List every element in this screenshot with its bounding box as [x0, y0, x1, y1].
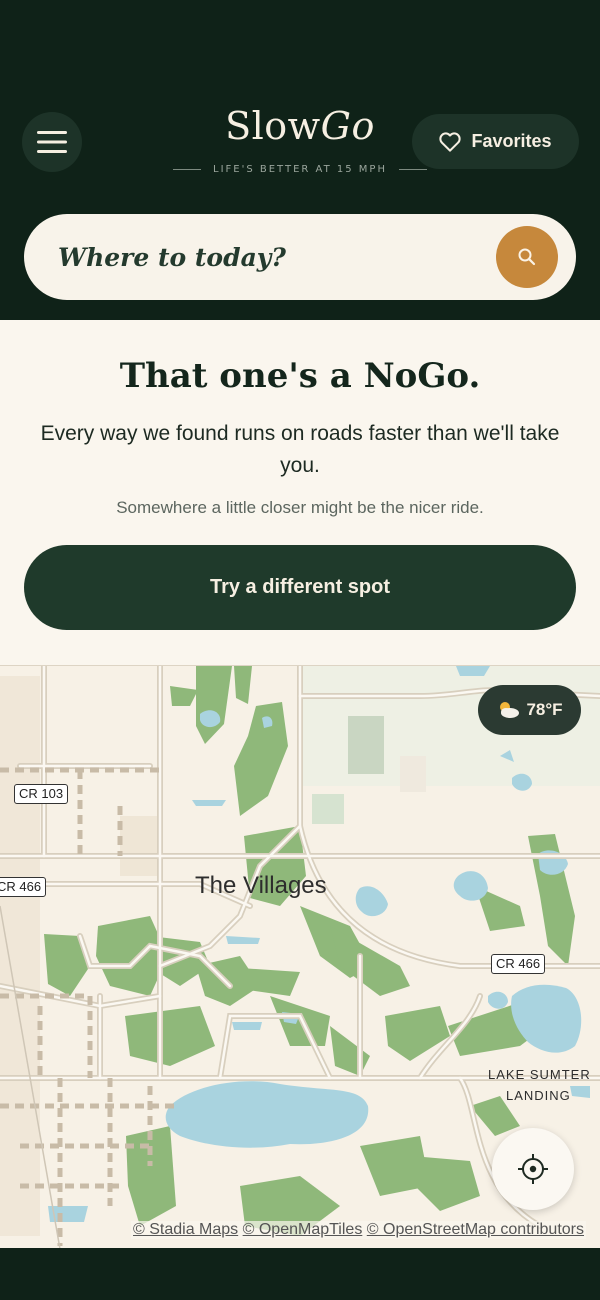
- place-label-lake-sumter: LAKE SUMTER: [488, 1067, 591, 1082]
- no-route-description: Every way we found runs on roads faster …: [40, 422, 560, 477]
- app-header: SlowGo LIFE'S BETTER AT 15 MPH Favorites: [0, 0, 600, 320]
- tagline-rule-left: [173, 169, 202, 170]
- favorites-button[interactable]: Favorites: [412, 114, 579, 169]
- favorites-label: Favorites: [471, 131, 552, 151]
- logo-slow: Slow: [225, 104, 321, 148]
- attribution-stadia[interactable]: © Stadia Maps: [133, 1221, 238, 1238]
- try-different-spot-button[interactable]: Try a different spot: [24, 545, 576, 630]
- heart-icon: [439, 131, 462, 152]
- crosshair-icon: [518, 1154, 548, 1184]
- place-label-landing: LANDING: [506, 1088, 571, 1103]
- locate-me-button[interactable]: [492, 1128, 574, 1210]
- road-label-cr-466-east: CR 466: [491, 954, 546, 974]
- logo-go: Go: [320, 104, 375, 148]
- sun-behind-cloud-icon: [500, 702, 520, 718]
- no-route-hint: Somewhere a little closer might be the n…: [116, 498, 484, 517]
- map-attribution: © Stadia Maps © OpenMapTiles © OpenStree…: [131, 1221, 586, 1239]
- search-icon: [518, 248, 536, 266]
- map-view[interactable]: CR 103 CR 466 CR 466 The Villages LAKE S…: [0, 665, 600, 1248]
- weather-badge[interactable]: 78°F: [478, 685, 581, 735]
- tagline-rule-right: [398, 169, 427, 170]
- search-button[interactable]: [496, 226, 558, 288]
- place-label-the-villages: The Villages: [195, 872, 327, 899]
- road-label-cr-103: CR 103: [14, 784, 69, 804]
- no-route-title: That one's a NoGo.: [119, 356, 481, 396]
- tagline-text: LIFE'S BETTER AT 15 MPH: [213, 164, 387, 175]
- road-label-cr-466-west: CR 466: [0, 877, 47, 897]
- search-input[interactable]: [58, 242, 498, 272]
- attribution-openmaptiles[interactable]: © OpenMapTiles: [243, 1221, 363, 1238]
- no-route-panel: That one's a NoGo. Every way we found ru…: [0, 320, 600, 665]
- search-bar: [24, 214, 576, 300]
- bottom-bar: [0, 1248, 600, 1300]
- attribution-osm[interactable]: © OpenStreetMap contributors: [367, 1221, 584, 1238]
- weather-temp: 78°F: [526, 700, 563, 719]
